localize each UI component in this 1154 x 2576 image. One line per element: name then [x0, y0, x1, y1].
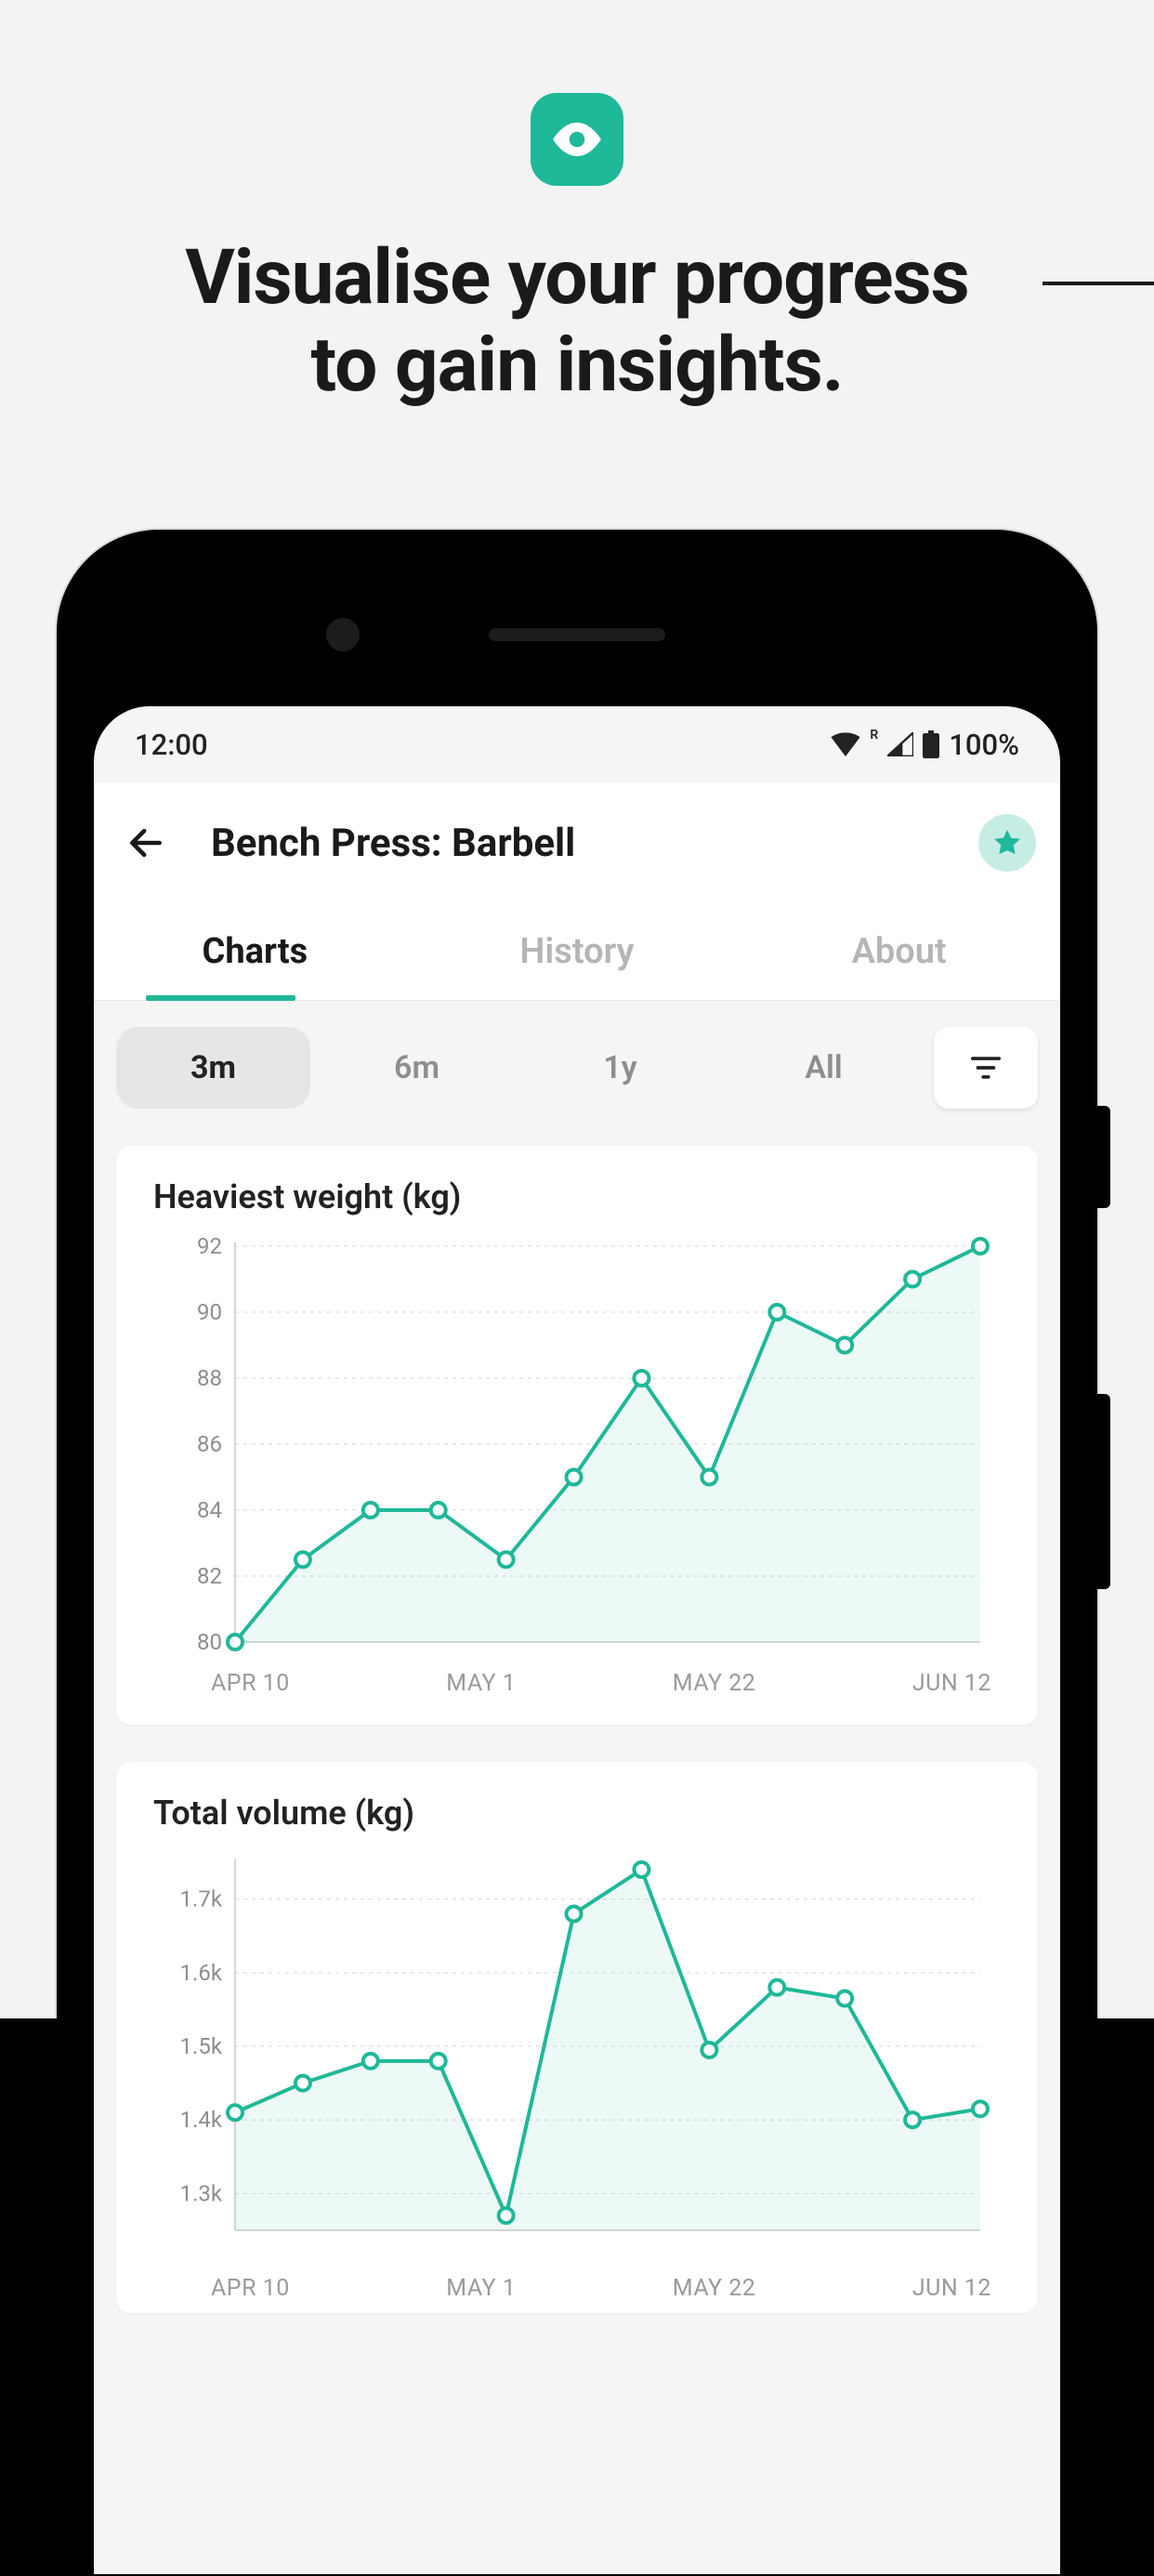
app-header: Bench Press: Barbell [94, 782, 1060, 903]
promo-title-line2: to gain insights. [310, 321, 843, 410]
svg-text:1.5k: 1.5k [180, 2033, 223, 2059]
tab-label: Charts [202, 931, 308, 972]
tabs: Charts History About [94, 903, 1060, 1001]
decorative-rule [1043, 282, 1154, 285]
x-axis-labels: APR 10 MAY 1 MAY 22 JUN 12 [153, 1670, 1001, 1697]
back-button[interactable] [118, 815, 174, 871]
filter-icon [970, 1054, 1002, 1082]
x-tick-label: MAY 22 [673, 1670, 756, 1697]
card-title: Total volume (kg) [153, 1794, 1001, 1833]
promo-title: Visualise your progress to gain insights… [0, 234, 1154, 410]
tab-about[interactable]: About [738, 903, 1060, 1000]
svg-text:80: 80 [197, 1629, 222, 1653]
heaviest-weight-chart[interactable]: 80 82 84 86 88 90 92 [153, 1235, 1001, 1653]
range-6m[interactable]: 6m [320, 1027, 514, 1109]
signal-badge: R [870, 728, 878, 743]
svg-text:1.3k: 1.3k [180, 2180, 223, 2206]
svg-text:84: 84 [197, 1497, 222, 1523]
tab-label: History [520, 931, 635, 972]
range-label: All [805, 1049, 842, 1086]
wifi-icon [831, 732, 860, 756]
total-volume-card: Total volume (kg) 1.3k 1.4k 1.5k 1.6k 1.7k A… [116, 1762, 1038, 2313]
tab-history[interactable]: History [416, 903, 739, 1000]
tab-charts[interactable]: Charts [94, 903, 416, 1000]
page-title: Bench Press: Barbell [211, 821, 941, 866]
time-range-bar: 3m 6m 1y All [94, 1001, 1060, 1109]
battery-icon [923, 730, 939, 758]
status-time: 12:00 [135, 728, 208, 762]
svg-text:88: 88 [197, 1365, 222, 1391]
svg-text:1.4k: 1.4k [180, 2107, 223, 2133]
star-icon [991, 827, 1023, 859]
heaviest-weight-card: Heaviest weight (kg) 80 82 84 86 88 90 92 APR … [116, 1146, 1038, 1725]
svg-text:86: 86 [197, 1431, 222, 1457]
phone-frame: 12:00 R 100% Bench Press: Barbell Charts [57, 530, 1097, 2574]
total-volume-chart[interactable]: 1.3k 1.4k 1.5k 1.6k 1.7k [153, 1851, 1001, 2241]
phone-side-button [1097, 1394, 1110, 1589]
range-all[interactable]: All [727, 1027, 921, 1109]
card-title: Heaviest weight (kg) [153, 1177, 1001, 1216]
arrow-left-icon [125, 822, 166, 863]
x-tick-label: MAY 22 [673, 2275, 756, 2302]
filter-button[interactable] [934, 1027, 1038, 1109]
x-tick-label: APR 10 [211, 2275, 290, 2302]
x-tick-label: APR 10 [211, 1670, 290, 1697]
svg-text:82: 82 [197, 1563, 222, 1589]
svg-text:1.7k: 1.7k [180, 1886, 223, 1912]
eye-icon [531, 93, 623, 186]
x-tick-label: JUN 12 [912, 1670, 991, 1697]
favorite-button[interactable] [978, 814, 1036, 872]
range-3m[interactable]: 3m [116, 1027, 310, 1109]
range-1y[interactable]: 1y [523, 1027, 717, 1109]
signal-icon [887, 732, 913, 756]
x-tick-label: MAY 1 [446, 2275, 516, 2302]
svg-text:90: 90 [197, 1299, 222, 1325]
phone-camera [326, 618, 360, 651]
screen: 12:00 R 100% Bench Press: Barbell Charts [94, 706, 1060, 2574]
promo-title-line1: Visualise your progress [185, 233, 969, 322]
battery-percent: 100% [949, 728, 1019, 762]
tab-label: About [852, 931, 947, 972]
svg-text:92: 92 [197, 1235, 222, 1259]
range-label: 3m [190, 1049, 236, 1086]
phone-side-button [1097, 1106, 1110, 1208]
range-label: 1y [603, 1049, 636, 1086]
x-tick-label: MAY 1 [446, 1670, 516, 1697]
x-tick-label: JUN 12 [912, 2275, 991, 2302]
phone-speaker [489, 628, 665, 641]
range-label: 6m [394, 1049, 439, 1086]
status-bar: 12:00 R 100% [94, 706, 1060, 782]
svg-text:1.6k: 1.6k [180, 1960, 223, 1986]
x-axis-labels: APR 10 MAY 1 MAY 22 JUN 12 [153, 2275, 1001, 2302]
